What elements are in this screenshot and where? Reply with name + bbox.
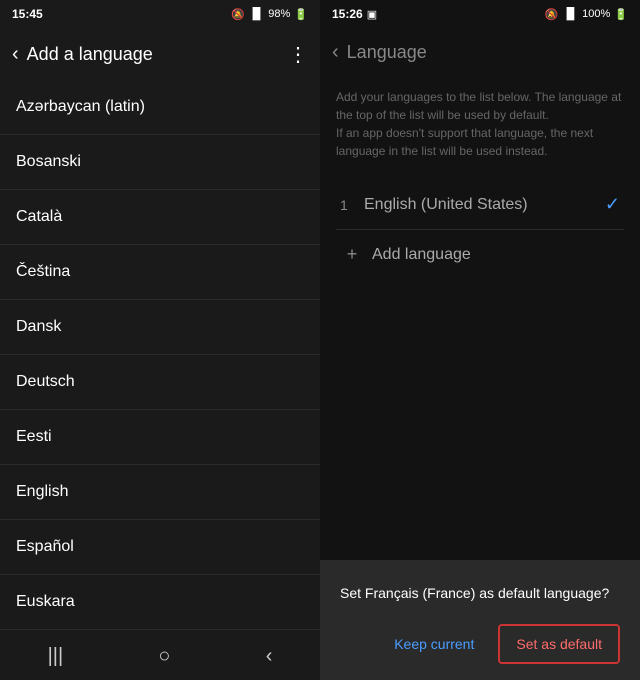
dialog-buttons: Keep current Set as default [340,624,620,664]
left-panel: 15:45 🔕 ▐▌ 98% 🔋 ‹ Add a language ⋮ Azər… [0,0,320,680]
list-item[interactable]: Euskara [0,575,320,630]
language-entry[interactable]: 1 English (United States) ✓ [336,180,624,230]
left-nav-bar: ||| ○ ‹ [0,632,320,680]
left-header-left: ‹ Add a language [12,43,153,66]
right-header: ‹ Language [320,28,640,76]
right-battery-percent: 100% [582,8,610,20]
language-check-icon: ✓ [605,194,620,215]
language-description: Add your languages to the list below. Th… [336,88,624,160]
left-home-nav-icon[interactable]: ○ [158,645,170,668]
mute-icon: 🔕 [231,8,245,21]
list-item[interactable]: Bosanski [0,135,320,190]
right-status-bar: 15:26 ▣ 🔕 ▐▌ 100% 🔋 [320,0,640,28]
add-plus-icon: + [340,244,364,265]
list-item[interactable]: Dansk [0,300,320,355]
right-back-button[interactable]: ‹ [332,41,339,64]
right-status-icons: 🔕 ▐▌ 100% 🔋 [545,8,628,21]
battery-percent: 98% [268,8,290,20]
set-default-dialog: Set Français (France) as default languag… [320,560,640,680]
left-more-button[interactable]: ⋮ [288,42,308,67]
list-item[interactable]: Azərbaycan (latin) [0,80,320,135]
language-number: 1 [340,197,364,213]
list-item[interactable]: Čeština [0,245,320,300]
signal-icon: ▐▌ [249,8,265,20]
keep-current-button[interactable]: Keep current [378,624,490,664]
left-time: 15:45 [12,7,43,21]
right-mute-icon: 🔕 [545,8,559,21]
left-header: ‹ Add a language ⋮ [0,28,320,80]
left-menu-nav-icon[interactable]: ||| [48,645,64,668]
left-status-icons: 🔕 ▐▌ 98% 🔋 [231,8,308,21]
left-back-button[interactable]: ‹ [12,43,19,66]
left-status-bar: 15:45 🔕 ▐▌ 98% 🔋 [0,0,320,28]
right-panel: 15:26 ▣ 🔕 ▐▌ 100% 🔋 ‹ Language Add your … [320,0,640,680]
list-item[interactable]: Eesti [0,410,320,465]
photo-icon: ▣ [367,8,377,21]
right-battery-icon: 🔋 [614,8,628,21]
dialog-message: Set Français (France) as default languag… [340,584,620,604]
add-language-label: Add language [372,246,471,264]
right-content: Add your languages to the list below. Th… [320,76,640,632]
set-as-default-button[interactable]: Set as default [498,624,620,664]
list-item[interactable]: Deutsch [0,355,320,410]
right-page-title: Language [347,42,427,63]
left-back-nav-icon[interactable]: ‹ [266,645,273,668]
add-language-row[interactable]: + Add language [336,230,624,279]
language-list: Azərbaycan (latin) Bosanski Català Češti… [0,80,320,632]
language-name: English (United States) [364,196,605,214]
right-signal-icon: ▐▌ [563,8,579,20]
list-item[interactable]: Español [0,520,320,575]
list-item[interactable]: Català [0,190,320,245]
left-page-title: Add a language [27,44,153,65]
list-item[interactable]: English [0,465,320,520]
right-time: 15:26 [332,7,363,21]
battery-icon: 🔋 [294,8,308,21]
